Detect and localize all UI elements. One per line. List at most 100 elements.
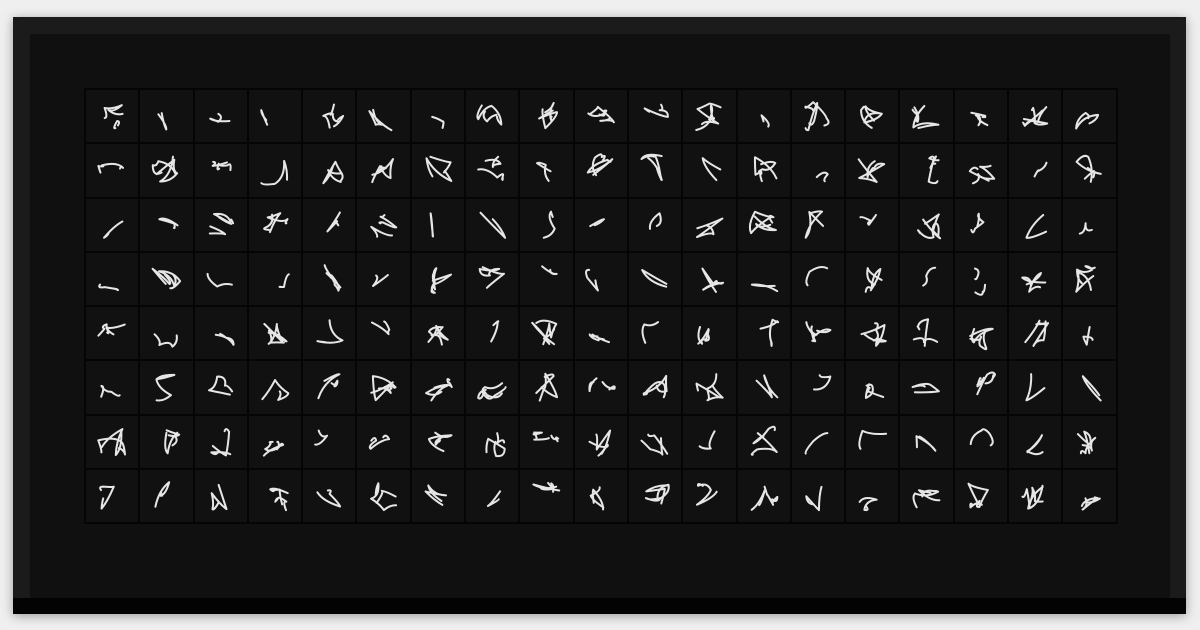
glyph-stroke xyxy=(643,103,669,118)
handwritten-glyph xyxy=(485,431,506,457)
handwritten-glyph xyxy=(967,482,989,509)
glyph-stroke xyxy=(550,434,560,443)
glyph-stroke xyxy=(648,211,662,230)
handwritten-glyph xyxy=(99,485,115,510)
glyph-stroke xyxy=(872,322,881,342)
handwritten-glyph xyxy=(100,385,121,399)
handwritten-glyph xyxy=(860,105,883,129)
glyph-stroke xyxy=(915,434,937,452)
handwritten-glyph xyxy=(588,217,605,227)
handwritten-glyph xyxy=(648,211,662,230)
glyph-cell xyxy=(954,470,1008,523)
glyph-stroke xyxy=(922,266,937,287)
glyph-stroke xyxy=(479,211,507,239)
glyph-stroke xyxy=(316,319,344,344)
handwritten-glyph xyxy=(103,104,124,130)
glyph-stroke xyxy=(490,320,500,343)
glyph-cell xyxy=(900,252,953,306)
glyph-stroke xyxy=(482,110,498,123)
glyph-cell xyxy=(86,90,139,143)
glyph-stroke xyxy=(158,217,179,229)
glyph-cell xyxy=(466,90,519,143)
handwritten-glyph xyxy=(531,319,558,346)
handwritten-glyph xyxy=(323,264,342,292)
glyph-stroke xyxy=(588,217,605,227)
glyph-cell xyxy=(900,144,953,197)
handwritten-glyph xyxy=(804,101,830,132)
glyph-stroke xyxy=(928,155,941,185)
handwritten-glyph xyxy=(155,374,176,403)
glyph-cell xyxy=(737,90,790,143)
glyph-cell xyxy=(683,470,736,523)
glyph-stroke xyxy=(538,108,559,130)
glyph-cell xyxy=(248,144,302,197)
glyph-stroke xyxy=(486,490,502,508)
glyph-stroke xyxy=(974,283,986,296)
glyph-cell xyxy=(303,144,356,197)
glyph-cell xyxy=(248,470,302,523)
glyph-stroke xyxy=(378,213,398,229)
glyph-cell xyxy=(683,415,736,469)
handwritten-glyph xyxy=(642,375,668,399)
glyph-stroke xyxy=(214,333,235,347)
handwritten-glyph xyxy=(1075,265,1097,293)
glyph-stroke xyxy=(496,431,506,444)
glyph-stroke xyxy=(429,211,434,238)
glyph-cell xyxy=(303,307,356,360)
handwritten-glyph xyxy=(368,108,393,132)
handwritten-glyph xyxy=(1075,111,1100,130)
handwritten-glyph xyxy=(1075,155,1103,184)
glyph-cell xyxy=(248,198,302,251)
handwritten-glyph xyxy=(371,158,395,184)
handwritten-glyph xyxy=(369,434,391,450)
glyph-cell xyxy=(791,415,845,469)
glyph-cell xyxy=(628,415,682,469)
glyph-cell xyxy=(900,307,953,360)
glyph-stroke xyxy=(431,267,452,291)
glyph-cell xyxy=(1063,252,1116,306)
glyph-stroke xyxy=(1081,496,1099,511)
glyph-stroke xyxy=(430,115,445,129)
handwritten-glyph xyxy=(535,373,559,403)
handwritten-glyph xyxy=(370,213,398,238)
glyph-stroke xyxy=(330,380,339,388)
glyph-cell xyxy=(520,307,573,360)
handwritten-glyph xyxy=(859,213,878,226)
glyph-stroke xyxy=(424,385,448,402)
handwritten-glyph xyxy=(211,161,232,172)
glyph-cell xyxy=(411,144,465,197)
handwritten-glyph xyxy=(912,489,941,509)
glyph-cell xyxy=(520,252,573,306)
handwritten-glyph xyxy=(1082,326,1094,346)
handwritten-glyph xyxy=(261,379,290,402)
glyph-cell xyxy=(954,361,1008,414)
handwritten-glyph xyxy=(976,371,996,396)
glyph-cell xyxy=(628,361,682,414)
handwritten-glyph xyxy=(278,273,290,288)
handwritten-glyph xyxy=(815,171,829,183)
glyph-stroke xyxy=(763,485,778,506)
glyph-cell xyxy=(683,307,736,360)
glyph-stroke xyxy=(588,377,598,393)
glyph-cell xyxy=(683,144,736,197)
handwritten-glyph xyxy=(865,383,885,400)
handwritten-glyph xyxy=(640,154,663,182)
handwritten-glyph xyxy=(755,374,778,399)
glyph-cell xyxy=(791,252,845,306)
glyph-cell xyxy=(357,470,410,523)
glyph-stroke xyxy=(812,374,832,391)
handwritten-glyph xyxy=(97,323,126,337)
handwritten-glyph xyxy=(915,434,937,452)
glyph-cell xyxy=(140,307,193,360)
glyph-stroke xyxy=(155,374,176,403)
handwritten-glyph xyxy=(425,156,453,183)
glyph-stroke xyxy=(1025,213,1048,239)
glyph-cell xyxy=(1009,470,1062,523)
handwritten-glyph xyxy=(640,433,669,456)
glyph-cell xyxy=(1009,198,1062,251)
glyph-stroke xyxy=(1032,320,1050,348)
handwritten-glyph xyxy=(586,105,615,124)
glyph-stroke xyxy=(206,272,233,288)
handwritten-glyph xyxy=(322,161,344,185)
glyph-stroke xyxy=(371,158,395,184)
